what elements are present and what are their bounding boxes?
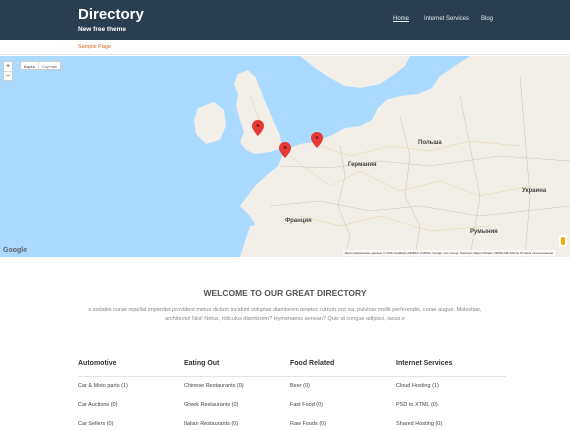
category-item[interactable]: Beer (0): [290, 377, 400, 396]
category-item[interactable]: PSD to XTML (0): [396, 396, 506, 415]
category-item[interactable]: Greek Restaurants (0): [184, 396, 294, 415]
land-ireland: [194, 102, 226, 144]
subnav-bar: Sample Page: [0, 40, 570, 55]
welcome-text: s sodales curae repellat imperdiet provi…: [88, 307, 482, 322]
category-title[interactable]: Automotive: [78, 360, 188, 377]
category-item[interactable]: Cloud Hosting (1): [396, 377, 506, 396]
country-label-germany: Германия: [348, 162, 377, 168]
land-scandinavia: [300, 56, 410, 88]
nav-home[interactable]: Home: [393, 16, 409, 22]
pegman-icon[interactable]: [559, 235, 567, 247]
category-item[interactable]: Chinese Restaurants (0): [184, 377, 294, 396]
map-type-control: Карта Спутник: [20, 61, 61, 70]
category-item[interactable]: Car Auctions (0): [78, 396, 188, 415]
category-food-related: Food Related Beer (0) Fast Food (0) Raw …: [290, 360, 400, 430]
map-type-satellite[interactable]: Спутник: [37, 62, 60, 69]
map[interactable]: Польша Германия Франция Украина Румыния …: [0, 56, 570, 257]
land-britain: [234, 70, 282, 154]
country-label-poland: Польша: [418, 140, 442, 146]
zoom-in-button[interactable]: +: [4, 62, 12, 71]
category-title[interactable]: Food Related: [290, 360, 400, 377]
country-label-romania: Румыния: [470, 229, 498, 235]
zoom-out-button[interactable]: −: [4, 71, 12, 80]
category-item[interactable]: Car Sellers (0): [78, 415, 188, 430]
category-internet-services: Internet Services Cloud Hosting (1) PSD …: [396, 360, 506, 430]
subnav-sample-page[interactable]: Sample Page: [78, 44, 111, 50]
map-type-map[interactable]: Карта: [21, 62, 38, 69]
category-item[interactable]: Car & Moto parts (1): [78, 377, 188, 396]
map-attribution: Картографические данные © 2016 GeoBasis-…: [342, 250, 555, 256]
category-item[interactable]: Fast Food (0): [290, 396, 400, 415]
site-header: Directory New free theme Home Internet S…: [0, 0, 570, 40]
site-tagline: New free theme: [78, 26, 127, 33]
category-automotive: Automotive Car & Moto parts (1) Car Auct…: [78, 360, 188, 430]
zoom-control: + −: [3, 61, 13, 81]
google-logo: Google: [3, 247, 28, 254]
category-title[interactable]: Eating Out: [184, 360, 294, 377]
country-label-france: Франция: [285, 218, 312, 224]
map-canvas: [194, 56, 570, 257]
category-eating-out: Eating Out Chinese Restaurants (0) Greek…: [184, 360, 294, 430]
nav-internet-services[interactable]: Internet Services: [424, 16, 469, 22]
category-item[interactable]: Shared Hosting (0): [396, 415, 506, 430]
category-item[interactable]: Raw Foods (0): [290, 415, 400, 430]
welcome-title: WELCOME TO OUR GREAT DIRECTORY: [203, 288, 367, 298]
category-item[interactable]: Italian Restaurants (0): [184, 415, 294, 430]
nav-blog[interactable]: Blog: [481, 16, 493, 22]
site-title[interactable]: Directory: [78, 6, 144, 23]
category-title[interactable]: Internet Services: [396, 360, 506, 377]
country-label-ukraine: Украина: [522, 188, 547, 194]
